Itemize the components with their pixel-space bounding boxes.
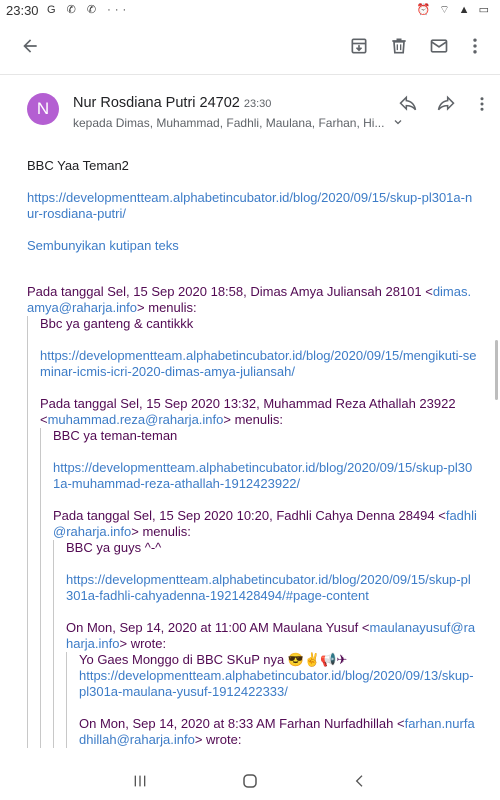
quote-header: On Mon, Sep 14, 2020 at 8:33 AM Farhan N… [79, 716, 475, 747]
hide-quoted-text-button[interactable]: Sembunyikan kutipan teks [27, 238, 179, 253]
nav-back-icon[interactable] [348, 770, 372, 792]
system-icons: ⏰ ⌔ ▲ ▭ [416, 4, 492, 16]
message-time: 23:30 [243, 98, 272, 110]
forward-icon[interactable] [434, 93, 458, 115]
quote-3: Pada tanggal Sel, 15 Sep 2020 10:20, Fad… [53, 508, 477, 748]
status-bar: 23:30 G ✆ ✆ ··· ⏰ ⌔ ▲ ▭ [0, 0, 500, 22]
sender-line[interactable]: Nur Rosdiana Putri 24702 23:30 [73, 95, 271, 111]
quote-text: BBC ya guys ^-^ [66, 540, 162, 555]
quote-link[interactable]: https://developmentteam.alphabetincubato… [53, 460, 472, 491]
recents-icon[interactable] [128, 770, 152, 792]
quote-text: Bbc ya ganteng & cantikkk [40, 316, 194, 331]
quote-5: On Mon, Sep 14, 2020 at 8:33 AM Farhan N… [79, 716, 477, 748]
blockquote: BBC ya guys ^-^ https://developmentteam.… [53, 540, 477, 748]
message-more-icon[interactable] [470, 93, 494, 115]
back-arrow-icon[interactable] [18, 34, 42, 58]
quote-header: On Mon, Sep 14, 2020 at 11:00 AM Maulana… [66, 620, 476, 651]
quote-link[interactable]: https://developmentteam.alphabetincubato… [79, 668, 474, 699]
quote-header: Pada tanggal Sel, 15 Sep 2020 10:20, Fad… [53, 508, 477, 539]
recipients[interactable]: kepada Dimas, Muhammad, Fadhli, Maulana,… [73, 116, 404, 131]
email-link[interactable]: muhammad.reza@raharja.info [48, 412, 224, 427]
reply-icon[interactable] [396, 93, 420, 115]
notification-icons: G ✆ ✆ ··· [47, 4, 131, 16]
blockquote: Yo Gaes Monggo di BBC SKuP nya 😎✌📢✈ http… [66, 652, 477, 748]
blog-link[interactable]: https://developmentteam.alphabetincubato… [27, 190, 472, 221]
message-body: BBC Yaa Teman2 https://developmentteam.a… [27, 158, 477, 748]
recipients-text: kepada Dimas, Muhammad, Fadhli, Maulana,… [73, 116, 385, 130]
toolbar-divider [0, 74, 500, 75]
mail-icon[interactable] [427, 34, 451, 58]
blockquote: BBC ya teman-teman https://developmentte… [40, 428, 477, 748]
quote-1: Pada tanggal Sel, 15 Sep 2020 18:58, Dim… [27, 284, 477, 748]
quote-2: Pada tanggal Sel, 15 Sep 2020 13:32, Muh… [40, 396, 477, 748]
trash-icon[interactable] [387, 34, 411, 58]
quote-header: Pada tanggal Sel, 15 Sep 2020 18:58, Dim… [27, 284, 472, 315]
quote-text: Yo Gaes Monggo di BBC SKuP nya 😎✌📢✈ [79, 652, 348, 667]
quote-header: Pada tanggal Sel, 15 Sep 2020 13:32, Muh… [40, 396, 456, 427]
quote-text: BBC ya teman-teman [53, 428, 178, 443]
scrollbar[interactable] [495, 340, 498, 400]
nav-bar [0, 760, 500, 800]
avatar[interactable]: N [27, 93, 59, 125]
quote-4: On Mon, Sep 14, 2020 at 11:00 AM Maulana… [66, 620, 477, 748]
quote-link[interactable]: https://developmentteam.alphabetincubato… [40, 348, 477, 379]
more-vert-icon[interactable] [463, 34, 487, 58]
home-icon[interactable] [238, 770, 262, 792]
toolbar [0, 22, 500, 70]
sender-name: Nur Rosdiana Putri 24702 [73, 95, 240, 111]
greeting: BBC Yaa Teman2 [27, 158, 129, 173]
chevron-down-icon[interactable] [392, 116, 404, 131]
status-time: 23:30 [6, 3, 39, 18]
quote-link[interactable]: https://developmentteam.alphabetincubato… [66, 572, 471, 603]
archive-icon[interactable] [347, 34, 371, 58]
blockquote: Bbc ya ganteng & cantikkk https://develo… [27, 316, 477, 748]
